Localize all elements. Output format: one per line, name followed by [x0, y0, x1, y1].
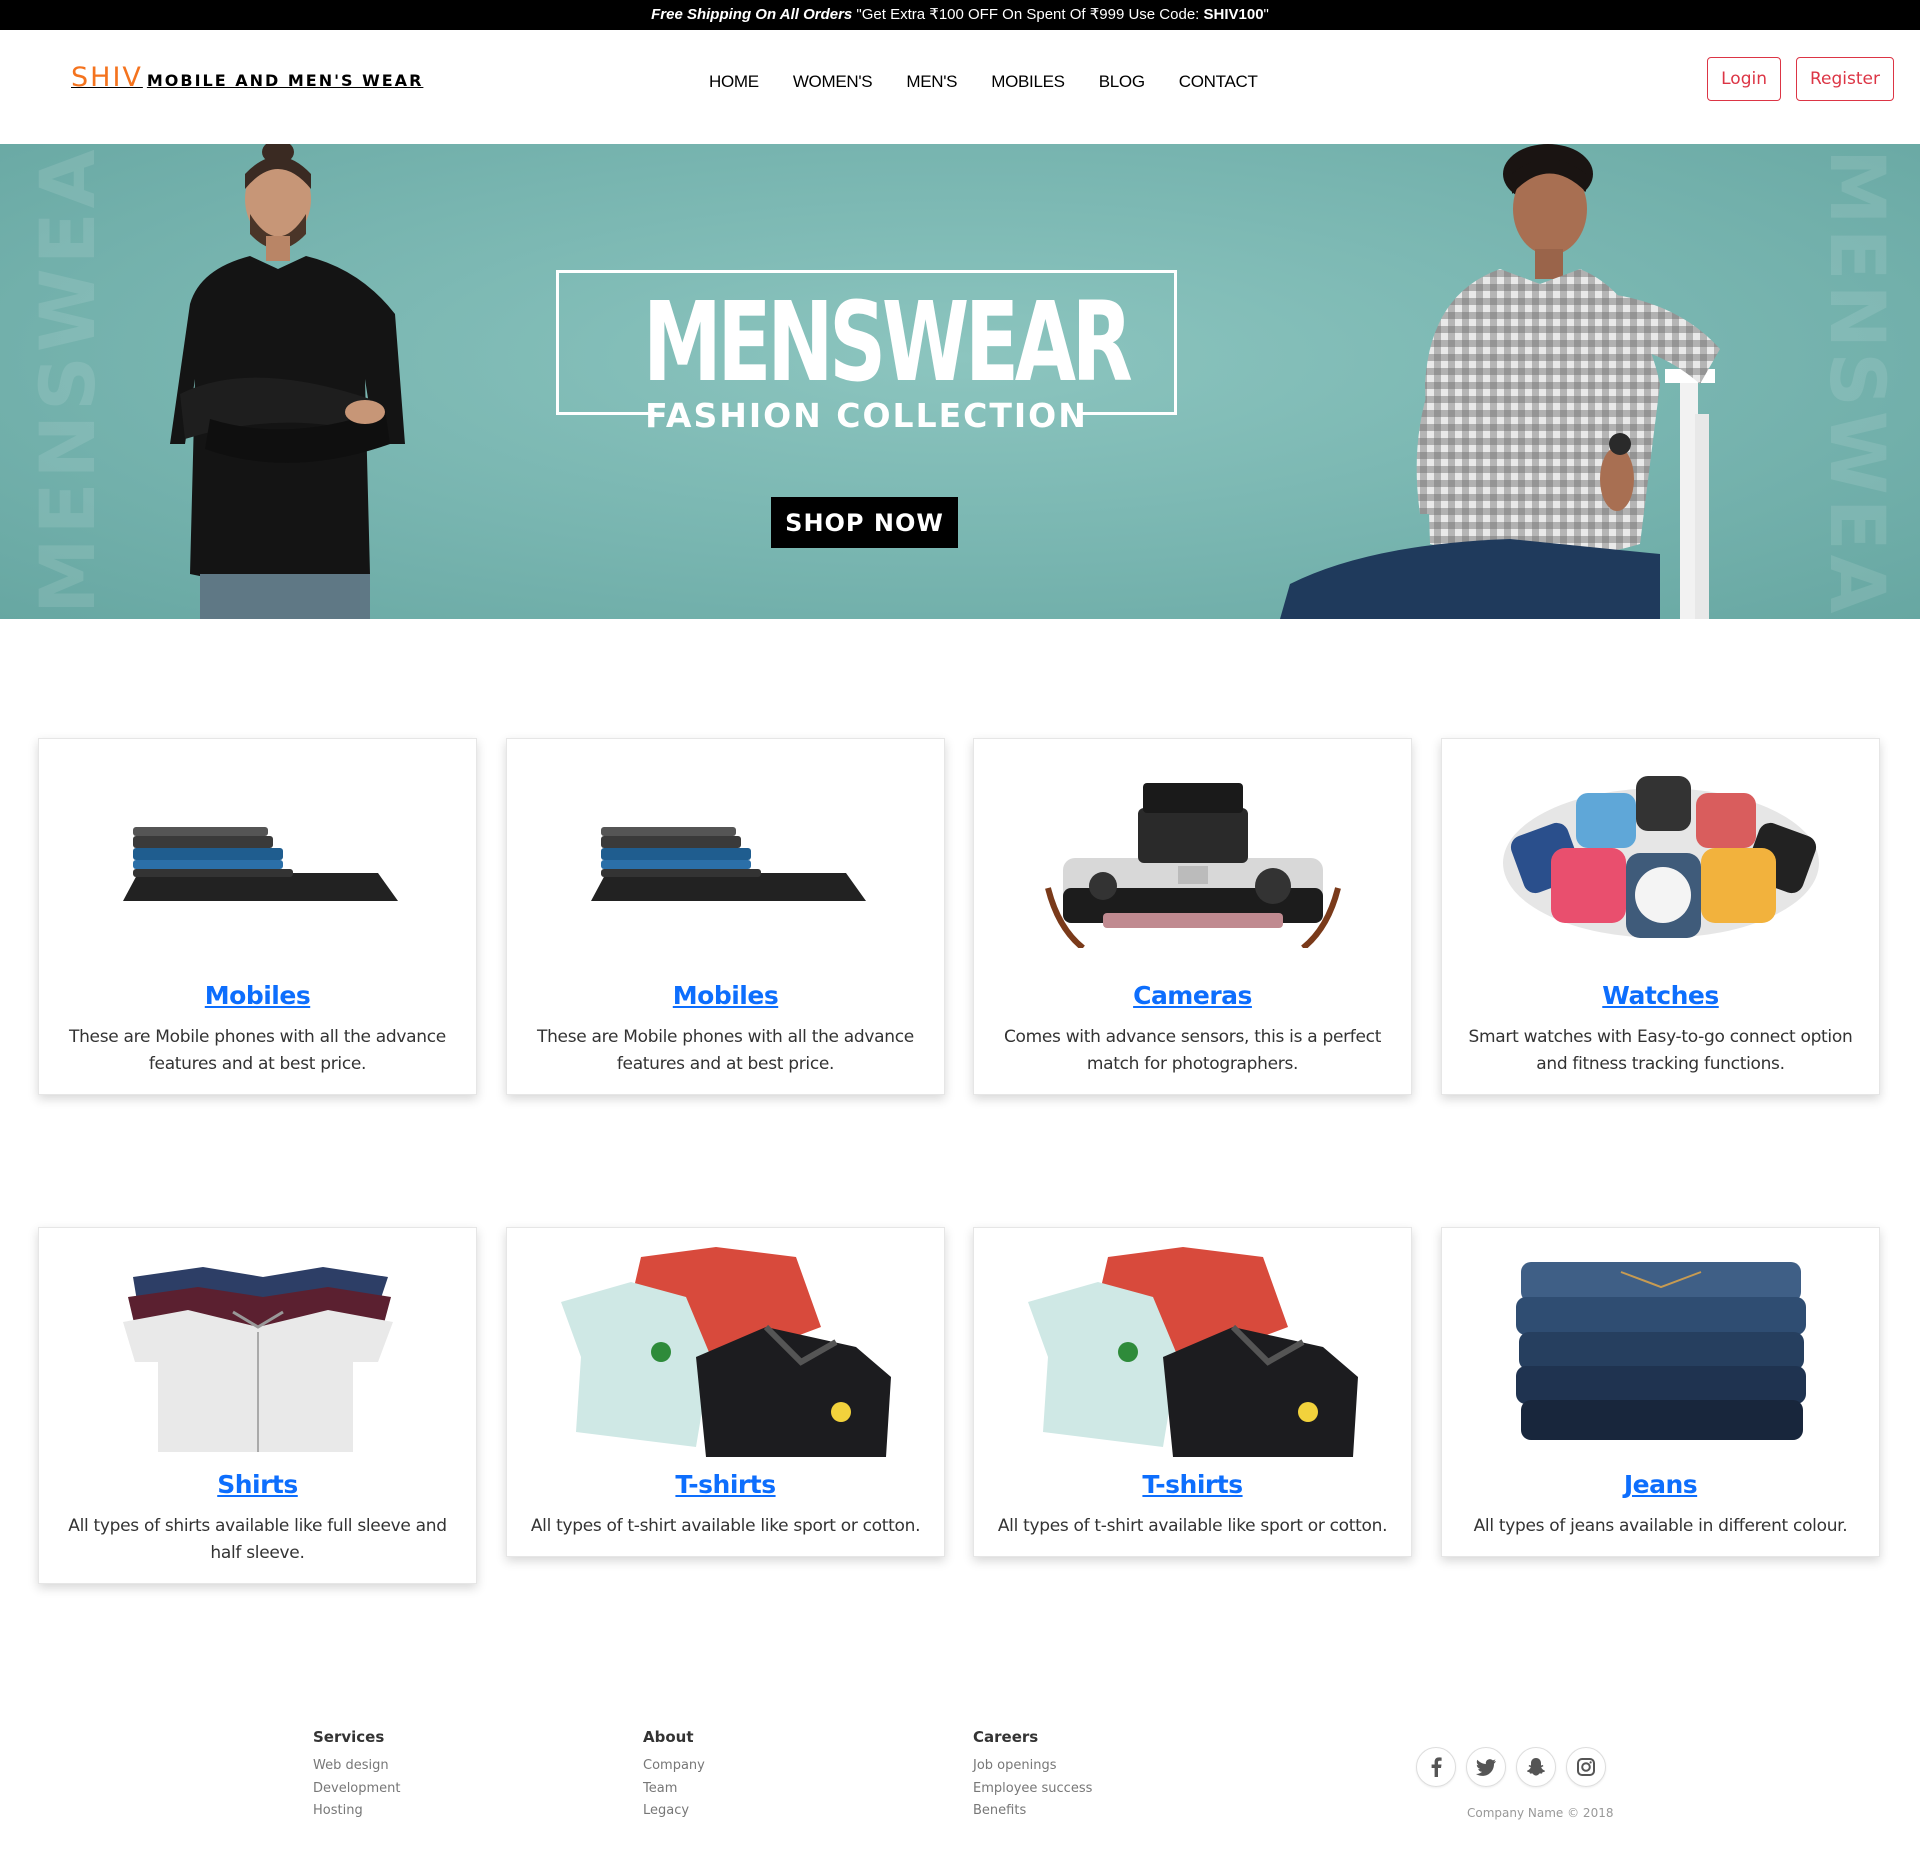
camera-image [974, 759, 1411, 967]
polo-tshirts-image [507, 1247, 944, 1457]
product-card[interactable]: Mobiles These are Mobile phones with all… [506, 738, 945, 1095]
card-description: Comes with advance sensors, this is a pe… [1003, 1027, 1382, 1074]
card-title-link[interactable]: Jeans [1442, 1470, 1879, 1499]
hero-banner: MENSWEAR MENSWEAR MENSWEAR FASHION COLLE… [0, 144, 1920, 619]
brand-main: SHIV [71, 62, 143, 93]
promo-bold: Free Shipping On All Orders [651, 6, 853, 23]
footer-services-title: Services [313, 1728, 385, 1746]
card-title-link[interactable]: T-shirts [507, 1470, 944, 1499]
copyright-text: Company Name © 2018 [1467, 1806, 1614, 1820]
product-card[interactable]: Mobiles These are Mobile phones with all… [38, 738, 477, 1095]
nav-mens[interactable]: MEN'S [889, 70, 974, 94]
footer-link-job-openings[interactable]: Job openings [973, 1755, 1092, 1778]
product-card[interactable]: Shirts All types of shirts available lik… [38, 1227, 477, 1584]
instagram-icon[interactable] [1566, 1747, 1606, 1787]
footer-services: Services Web design Development Hosting [313, 1728, 401, 1823]
phones-stack-image [39, 759, 476, 967]
product-card[interactable]: Cameras Comes with advance sensors, this… [973, 738, 1412, 1095]
nav-home[interactable]: HOME [692, 70, 776, 94]
footer-link-employee-success[interactable]: Employee success [973, 1778, 1092, 1801]
promo-code: SHIV100 [1203, 6, 1264, 23]
product-card[interactable]: T-shirts All types of t-shirt available … [973, 1227, 1412, 1557]
hero-model-left-image [170, 144, 410, 619]
card-description: All types of shirts available like full … [68, 1516, 447, 1563]
snapchat-icon[interactable] [1516, 1747, 1556, 1787]
footer-link-web-design[interactable]: Web design [313, 1755, 401, 1778]
footer-about-title: About [643, 1728, 694, 1746]
card-title-link[interactable]: Shirts [39, 1470, 476, 1499]
card-description: These are Mobile phones with all the adv… [537, 1027, 914, 1074]
brand-rest: MOBILE AND MEN'S WEAR [146, 71, 424, 90]
promo-text: "Get Extra ₹100 OFF On Spent Of ₹999 Use… [852, 6, 1204, 23]
nav-womens[interactable]: WOMEN'S [776, 70, 890, 94]
footer-link-legacy[interactable]: Legacy [643, 1800, 705, 1823]
shirts-image [39, 1248, 476, 1456]
footer-link-company[interactable]: Company [643, 1755, 705, 1778]
footer-link-team[interactable]: Team [643, 1778, 705, 1801]
card-description: All types of t-shirt available like spor… [530, 1516, 921, 1536]
facebook-icon[interactable] [1416, 1747, 1456, 1787]
card-title-link[interactable]: Mobiles [507, 981, 944, 1010]
product-card[interactable]: Jeans All types of jeans available in di… [1441, 1227, 1880, 1557]
card-description: All types of t-shirt available like spor… [997, 1516, 1388, 1536]
login-button[interactable]: Login [1707, 57, 1781, 101]
card-title-link[interactable]: Watches [1442, 981, 1879, 1010]
footer-careers: Careers Job openings Employee success Be… [973, 1728, 1092, 1823]
watches-image [1442, 759, 1879, 967]
social-links [1416, 1747, 1606, 1787]
footer-about: About Company Team Legacy [643, 1728, 705, 1823]
footer-link-hosting[interactable]: Hosting [313, 1800, 401, 1823]
nav-blog[interactable]: BLOG [1082, 70, 1162, 94]
card-description: All types of jeans available in differen… [1473, 1516, 1848, 1536]
twitter-icon[interactable] [1466, 1747, 1506, 1787]
jeans-stack-image [1442, 1248, 1879, 1456]
footer-link-development[interactable]: Development [313, 1778, 401, 1801]
nav-mobiles[interactable]: MOBILES [974, 70, 1081, 94]
card-description: Smart watches with Easy-to-go connect op… [1468, 1027, 1853, 1074]
hero-model-right-image [1280, 144, 1780, 619]
footer-link-benefits[interactable]: Benefits [973, 1800, 1092, 1823]
hero-subtitle: FASHION COLLECTION [645, 396, 1088, 435]
polo-tshirts-image [974, 1247, 1411, 1457]
main-nav: HOME WOMEN'S MEN'S MOBILES BLOG CONTACT [692, 70, 1275, 94]
hero-vertical-text-right: MENSWEAR [1813, 149, 1902, 619]
auth-buttons: Login Register [1707, 57, 1894, 101]
card-title-link[interactable]: Mobiles [39, 981, 476, 1010]
footer-careers-title: Careers [973, 1728, 1039, 1746]
register-button[interactable]: Register [1796, 57, 1894, 101]
card-description: These are Mobile phones with all the adv… [69, 1027, 446, 1074]
shop-now-button[interactable]: SHOP NOW [771, 497, 958, 548]
phones-stack-image [507, 759, 944, 967]
brand-logo[interactable]: SHIV MOBILE AND MEN'S WEAR [71, 62, 423, 93]
promo-end: " [1263, 6, 1269, 23]
nav-contact[interactable]: CONTACT [1162, 70, 1275, 94]
product-card[interactable]: T-shirts All types of t-shirt available … [506, 1227, 945, 1557]
card-title-link[interactable]: T-shirts [974, 1470, 1411, 1499]
hero-title: MENSWEAR [642, 278, 1133, 406]
promo-bar: Free Shipping On All Orders "Get Extra ₹… [0, 0, 1920, 30]
hero-vertical-text-left: MENSWEAR [23, 144, 112, 614]
card-title-link[interactable]: Cameras [974, 981, 1411, 1010]
product-card[interactable]: Watches Smart watches with Easy-to-go co… [1441, 738, 1880, 1095]
site-header: SHIV MOBILE AND MEN'S WEAR HOME WOMEN'S M… [0, 30, 1920, 144]
